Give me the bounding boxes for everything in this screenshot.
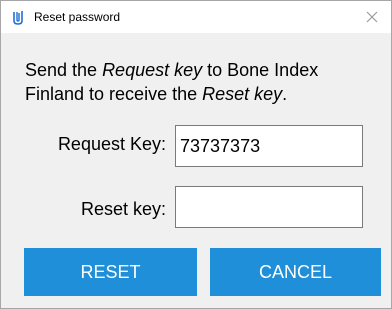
cancel-button[interactable]: CANCEL [210,248,381,296]
reset-key-label: Reset key: [80,199,166,219]
instruction-text: Send the Request key to Bone Index Finla… [25,58,375,106]
instruction-part-3: . [282,84,288,104]
reset-button[interactable]: RESET [24,248,197,296]
paperclip-icon [11,9,25,26]
close-button[interactable] [357,3,387,31]
window-title: Reset password [34,10,121,24]
request-key-input[interactable] [175,125,363,167]
title-bar: Reset password [1,1,391,33]
instruction-reset-key-emphasis: Reset key [202,84,283,104]
request-key-label: Request Key: [57,134,166,154]
instruction-request-key-emphasis: Request key [102,60,203,80]
reset-key-input[interactable] [175,186,363,228]
instruction-part-1: Send the [25,60,103,80]
reset-password-dialog: Reset password Send the Request key to B… [0,0,392,309]
close-icon [366,11,378,23]
